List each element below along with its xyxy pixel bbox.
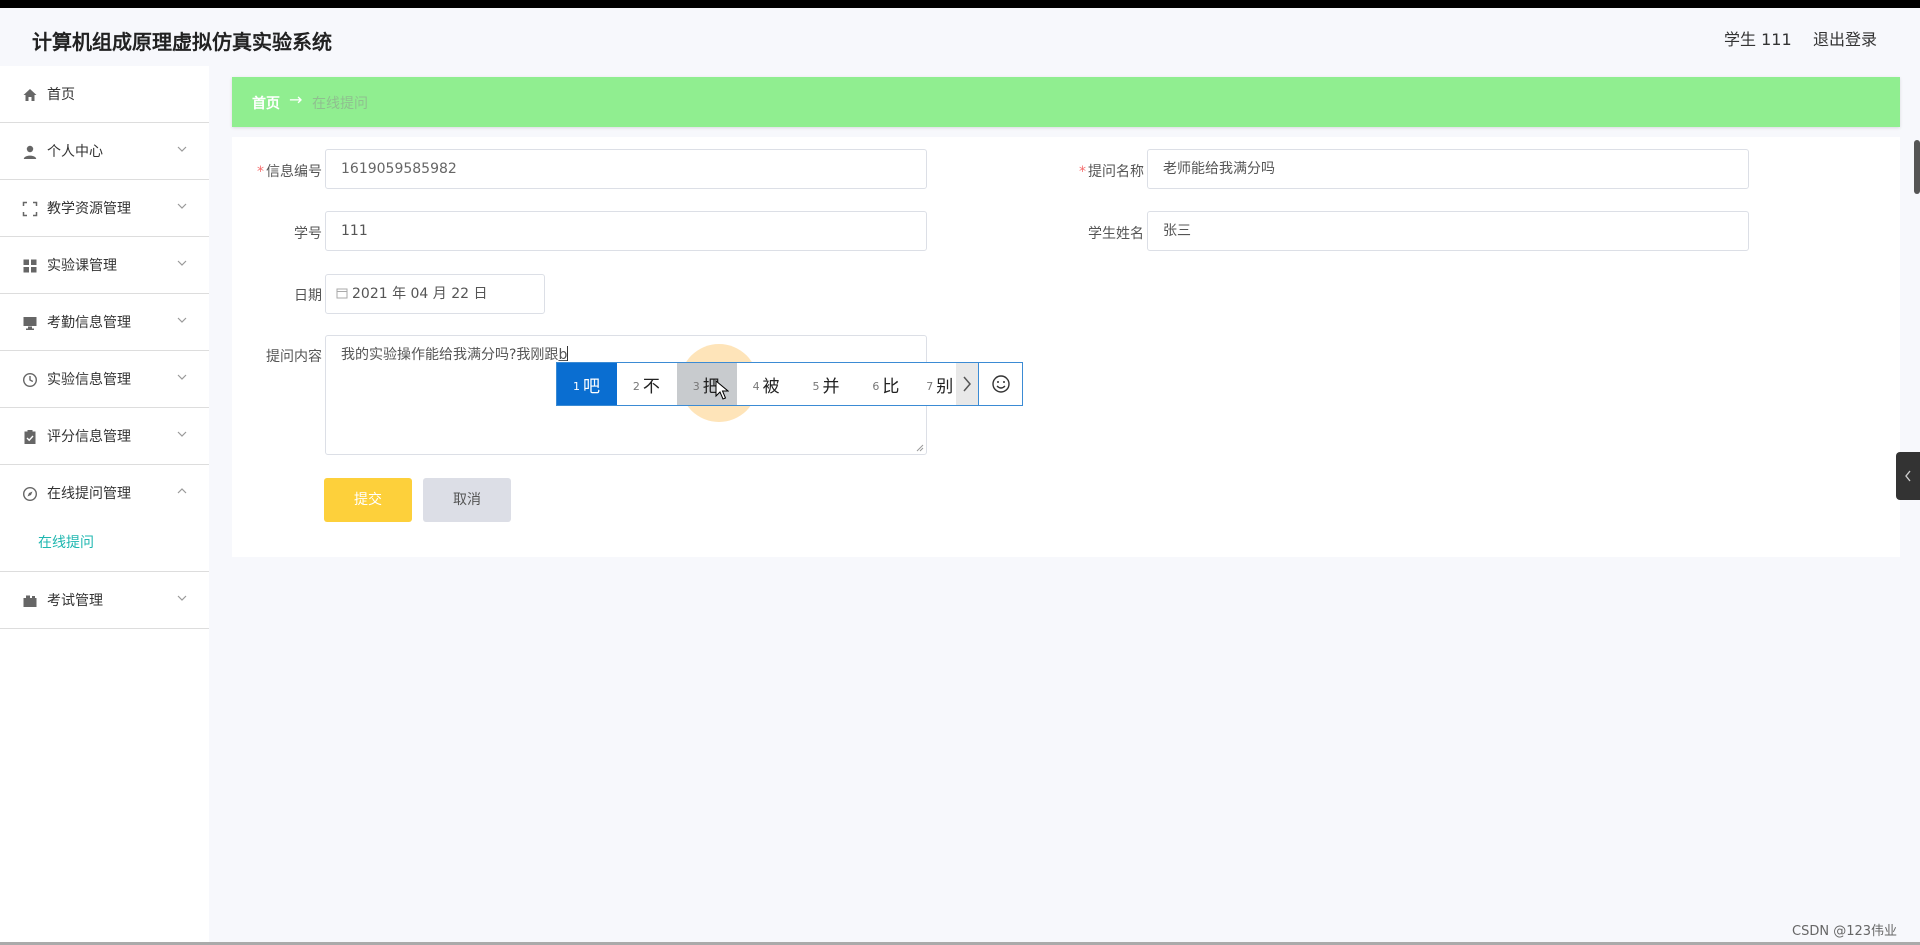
text-caret — [567, 346, 569, 361]
sidebar-item-personal[interactable]: 个人中心 — [0, 123, 209, 180]
camera-icon — [23, 595, 37, 607]
question-form: * 信息编号 1619059585982 * 提问名称 老师能给我满分吗 学号 11… — [232, 137, 1900, 557]
ime-candidate-7[interactable]: 7别 — [916, 363, 956, 405]
sidebar-item-online-questions[interactable]: 在线提问管理 — [0, 465, 209, 522]
top-strip — [0, 0, 1920, 8]
submit-button[interactable]: 提交 — [324, 478, 412, 522]
cancel-button[interactable]: 取消 — [423, 478, 511, 522]
sidebar-item-lab-info[interactable]: 实验信息管理 — [0, 351, 209, 408]
breadcrumb-current: 在线提问 — [312, 96, 368, 112]
sidebar-item-label: 评分信息管理 — [47, 429, 131, 445]
compass-icon — [22, 486, 38, 502]
submenu-item-online-question[interactable]: 在线提问 — [38, 532, 94, 552]
ime-next-page-button[interactable] — [956, 363, 979, 405]
clock-icon — [22, 372, 38, 388]
smiley-icon — [991, 375, 1010, 393]
app-title: 计算机组成原理虚拟仿真实验系统 — [32, 30, 332, 54]
chevron-right-icon — [963, 376, 972, 392]
breadcrumb-separator: → — [289, 90, 303, 109]
sidebar-item-teaching-resources[interactable]: 教学资源管理 — [0, 180, 209, 237]
info-no-input[interactable]: 1619059585982 — [325, 149, 927, 189]
content-text: 我的实验操作能给我满分吗?我刚跟 — [341, 347, 559, 363]
ime-candidate-5[interactable]: 5并 — [797, 363, 857, 405]
sidebar-item-scoring[interactable]: 评分信息管理 — [0, 408, 209, 465]
student-name-input[interactable]: 张三 — [1147, 211, 1749, 251]
sidebar-item-label: 首页 — [47, 87, 75, 103]
date-picker[interactable]: 2021 年 04 月 22 日 — [325, 274, 545, 314]
ime-candidate-2[interactable]: 2不 — [617, 363, 677, 405]
sidebar-item-home[interactable]: 首页 — [0, 66, 209, 123]
watermark: CSDN @123伟业 — [1792, 924, 1898, 939]
current-user: 学生 111 — [1724, 30, 1792, 49]
calendar-icon — [336, 288, 348, 299]
chevron-up-icon — [177, 488, 187, 494]
scrollbar-thumb[interactable] — [1914, 140, 1920, 194]
fullscreen-icon — [22, 201, 38, 217]
student-name-label: 学生姓名 — [1088, 226, 1144, 242]
sidebar-item-label: 个人中心 — [47, 144, 103, 160]
resize-grip-icon[interactable] — [916, 444, 924, 452]
sidebar-item-attendance[interactable]: 考勤信息管理 — [0, 294, 209, 351]
required-mark: * — [257, 164, 264, 180]
sidebar: 首页 个人中心 教学资源管理 实验课管理 考勤信息管理 实验信息管理 评分信息管… — [0, 66, 209, 945]
logout-link[interactable]: 退出登录 — [1813, 26, 1877, 50]
sidebar-item-label: 实验课管理 — [47, 258, 117, 274]
sidebar-item-label: 在线提问管理 — [47, 486, 131, 502]
sidebar-item-lab-courses[interactable]: 实验课管理 — [0, 237, 209, 294]
info-no-label: * 信息编号 — [257, 164, 322, 180]
mouse-pointer-icon — [715, 380, 729, 400]
content-label: 提问内容 — [266, 349, 322, 365]
ime-candidate-bar: 1吧 2不 3把 4被 5并 6比 7别 — [556, 362, 1023, 406]
ime-candidate-6[interactable]: 6比 — [856, 363, 916, 405]
collapse-panel-handle[interactable] — [1896, 452, 1920, 500]
composing-text: b — [558, 347, 568, 363]
question-name-input[interactable]: 老师能给我满分吗 — [1147, 149, 1749, 189]
monitor-icon — [23, 317, 37, 330]
ime-candidate-1[interactable]: 1吧 — [557, 363, 617, 405]
question-name-label: * 提问名称 — [1079, 164, 1144, 180]
chevron-down-icon — [177, 374, 187, 380]
submenu-online-questions: 在线提问 — [0, 522, 209, 572]
chevron-down-icon — [177, 260, 187, 266]
sidebar-item-label: 教学资源管理 — [47, 201, 131, 217]
date-label: 日期 — [294, 288, 322, 304]
chevron-down-icon — [177, 203, 187, 209]
breadcrumb-home-link[interactable]: 首页 — [252, 93, 280, 113]
user-icon — [23, 145, 37, 159]
sidebar-item-label: 考试管理 — [47, 593, 103, 609]
ime-emoji-button[interactable] — [978, 363, 1022, 405]
student-no-label: 学号 — [294, 226, 322, 242]
required-mark: * — [1079, 164, 1086, 180]
sidebar-item-exams[interactable]: 考试管理 — [0, 572, 209, 629]
sidebar-item-label: 考勤信息管理 — [47, 315, 131, 331]
chevron-down-icon — [177, 431, 187, 437]
clipboard-icon — [24, 430, 36, 444]
grid-icon — [23, 259, 37, 273]
chevron-down-icon — [177, 317, 187, 323]
home-icon — [23, 89, 37, 101]
student-no-input[interactable]: 111 — [325, 211, 927, 251]
header: 计算机组成原理虚拟仿真实验系统 学生 111 退出登录 — [0, 8, 1920, 70]
chevron-down-icon — [177, 146, 187, 152]
chevron-left-icon — [1905, 470, 1911, 482]
breadcrumb: 首页 → 在线提问 — [232, 77, 1900, 127]
ime-candidate-4[interactable]: 4被 — [737, 363, 797, 405]
sidebar-item-label: 实验信息管理 — [47, 372, 131, 388]
chevron-down-icon — [177, 595, 187, 601]
date-value: 2021 年 04 月 22 日 — [352, 286, 488, 302]
